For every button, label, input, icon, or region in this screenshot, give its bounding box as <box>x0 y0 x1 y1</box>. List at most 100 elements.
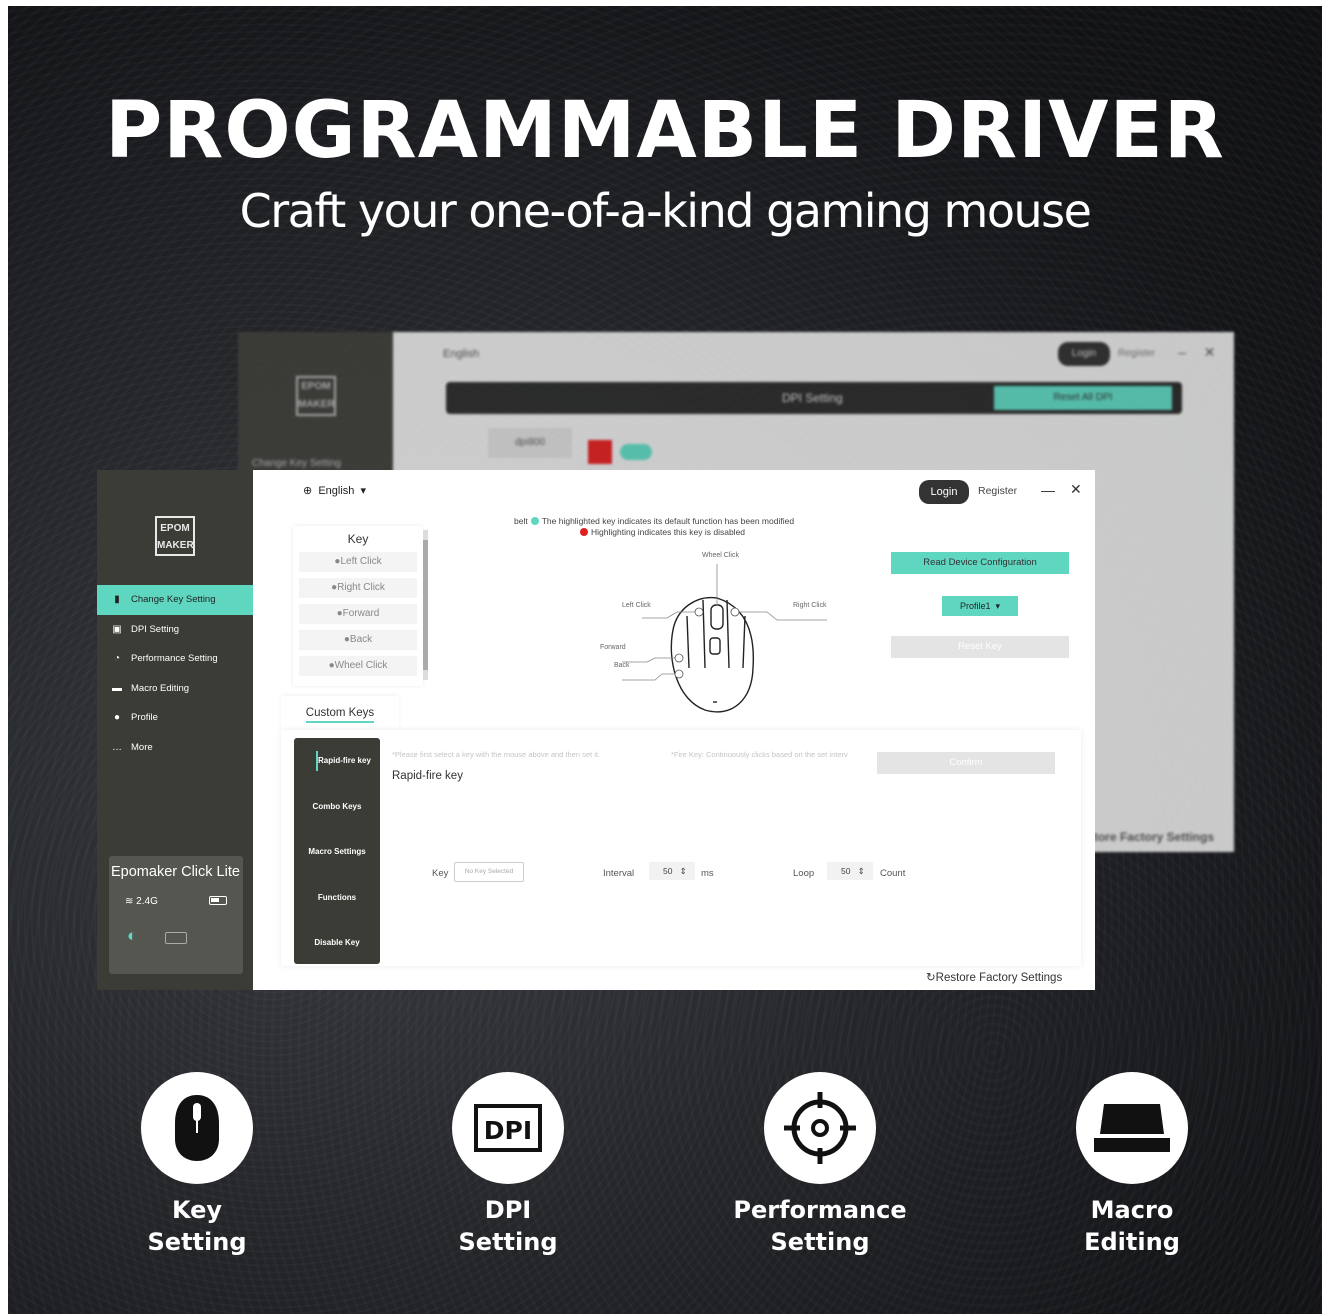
minimize-icon[interactable]: — <box>1041 482 1055 498</box>
key-list: Key ●Left Click ●Right Click ●Forward ●B… <box>293 526 423 686</box>
legend-disabled: Highlighting indicates this key is disab… <box>577 527 745 537</box>
dpi-icon: DPI <box>452 1072 564 1184</box>
feature-dpi-setting: DPI DPI Setting <box>408 1072 608 1258</box>
dpi-icon: ▣ <box>112 623 122 635</box>
login-button[interactable]: Login <box>919 480 969 504</box>
key-list-scroll-thumb[interactable] <box>423 540 428 670</box>
refresh-icon: ↻ <box>926 972 936 984</box>
device-name: Epomaker Click Lite <box>111 864 240 880</box>
loop-label: Loop <box>793 868 815 879</box>
key-item-left-click[interactable]: ●Left Click <box>299 552 417 572</box>
mouse-diagram: Wheel Click Left Click Right Click Forwa… <box>527 550 867 725</box>
feature-performance-setting: Performance Setting <box>720 1072 920 1258</box>
subnav-disable-key[interactable]: Disable Key <box>294 920 380 966</box>
interval-stepper[interactable]: 50 ⇕ <box>649 862 695 880</box>
background-bar-title: DPI Setting <box>782 391 843 405</box>
loop-stepper[interactable]: 50 ⇕ <box>827 862 873 880</box>
keyboard-icon <box>1076 1072 1188 1184</box>
close-icon[interactable]: ✕ <box>1070 481 1082 498</box>
device-card: Epomaker Click Lite ≋ 2.4G ◐ <box>109 856 243 974</box>
language-selector[interactable]: ⊕ English ▾ <box>303 484 366 497</box>
select-key-hint: *Please first select a key with the mous… <box>392 750 601 759</box>
mouse-label-right: Right Click <box>793 602 827 609</box>
loop-unit: Count <box>880 868 906 879</box>
gauge-icon: ◔ <box>113 653 121 665</box>
background-dpi-bar: DPI Setting Reset All DPI <box>446 382 1182 414</box>
background-sidebar-item: Change Key Setting <box>252 458 341 469</box>
mouse-label-wheel: Wheel Click <box>702 552 739 559</box>
globe-icon: ⊕ <box>303 485 313 497</box>
background-reset-dpi-button: Reset All DPI <box>994 386 1172 410</box>
background-register-link: Register <box>1118 348 1156 359</box>
background-color-swatch <box>588 440 612 464</box>
custom-keys-panel: Rapid-fire key Combo Keys Macro Settings… <box>281 730 1081 966</box>
key-list-title: Key <box>347 532 369 546</box>
epomaker-logo: EPOM MAKER <box>155 516 195 556</box>
background-dpi-label: dpi800 <box>488 428 572 458</box>
mouse-label-back: Back <box>614 662 630 669</box>
stepper-icon[interactable]: ⇕ <box>680 866 687 876</box>
key-field[interactable]: No Key Selected <box>454 862 524 882</box>
sidebar-nav: ▮ Change Key Setting ▣ DPI Setting ◔ Perfor… <box>97 585 253 762</box>
subnav-macro-settings[interactable]: Macro Settings <box>294 829 380 875</box>
mouse-outline-icon <box>622 564 827 713</box>
subnav-combo-keys[interactable]: Combo Keys <box>294 784 380 830</box>
mouse-label-forward: Forward <box>600 644 626 651</box>
more-icon: … <box>112 741 122 753</box>
top-bar: ⊕ English ▾ Login Register — ✕ <box>253 470 1095 510</box>
feature-macro-editing: Macro Editing <box>1032 1072 1232 1258</box>
crosshair-icon <box>764 1072 876 1184</box>
profile-select[interactable]: Profile1 ▾ <box>942 596 1018 616</box>
feature-key-setting: Key Setting <box>97 1072 297 1258</box>
key-item-wheel-click[interactable]: ●Wheel Click <box>299 656 417 676</box>
background-toggle <box>620 444 652 460</box>
sidebar-item-more[interactable]: … More <box>97 733 253 763</box>
key-item-forward[interactable]: ●Forward <box>299 604 417 624</box>
key-item-back[interactable]: ●Back <box>299 630 417 650</box>
reset-key-button[interactable]: Reset Key <box>891 636 1069 658</box>
sidebar-item-dpi-setting[interactable]: ▣ DPI Setting <box>97 615 253 645</box>
mouse-label-left: Left Click <box>622 602 651 609</box>
tab-custom-keys[interactable]: Custom Keys <box>281 696 399 730</box>
restore-factory-settings[interactable]: ↻Restore Factory Settings <box>926 970 1062 984</box>
confirm-button[interactable]: Confirm <box>877 752 1055 774</box>
svg-text:DPI: DPI <box>484 1116 532 1145</box>
chevron-down-icon: ▾ <box>360 485 367 497</box>
sidebar-item-profile[interactable]: ● Profile <box>97 703 253 733</box>
background-window-controls: –✕ <box>1178 344 1234 360</box>
headline: PROGRAMMABLE DRIVER <box>105 86 1225 176</box>
subnav-rapid-fire-key[interactable]: Rapid-fire key <box>294 738 380 784</box>
connection-status: ≋ 2.4G <box>125 896 158 907</box>
feature-label: Key Setting <box>147 1196 247 1256</box>
sidebar-item-performance-setting[interactable]: ◔ Performance Setting <box>97 644 253 674</box>
modified-dot <box>530 517 539 525</box>
fire-key-hint: *Fire Key: Continuously clicks based on … <box>671 750 848 759</box>
sidebar-item-change-key-setting[interactable]: ▮ Change Key Setting <box>97 585 253 615</box>
mouse-icon: ▮ <box>114 594 120 606</box>
rapid-fire-title: Rapid-fire key <box>392 770 463 782</box>
keyboard-icon: ▬ <box>112 682 122 694</box>
sidebar: EPOM MAKER ▮ Change Key Setting ▣ DPI Setti… <box>97 470 253 990</box>
feature-label: Macro Editing <box>1084 1196 1180 1256</box>
mouse-icon <box>141 1072 253 1184</box>
subnav-functions[interactable]: Functions <box>294 875 380 921</box>
background-logo: EPOM MAKER <box>296 376 336 416</box>
keyboard-device-icon[interactable] <box>165 932 187 944</box>
stepper-icon[interactable]: ⇕ <box>858 866 865 876</box>
read-device-configuration-button[interactable]: Read Device Configuration <box>891 552 1069 574</box>
background-restore: tore Factory Settings <box>1093 830 1214 844</box>
app-window: EPOM MAKER ▮ Change Key Setting ▣ DPI Setti… <box>97 470 1095 990</box>
feature-label: Performance Setting <box>733 1196 907 1256</box>
mouse-device-icon[interactable]: ◐ <box>127 926 137 946</box>
sidebar-item-macro-editing[interactable]: ▬ Macro Editing <box>97 674 253 704</box>
register-link[interactable]: Register <box>978 485 1017 497</box>
poster: PROGRAMMABLE DRIVER Craft your one-of-a-… <box>8 6 1322 1314</box>
battery-icon <box>209 896 227 905</box>
background-login-button: Login <box>1058 342 1110 366</box>
interval-unit: ms <box>701 868 714 879</box>
chevron-down-icon: ▾ <box>995 601 1001 611</box>
key-field-label: Key <box>432 868 449 879</box>
user-icon: ● <box>113 712 121 724</box>
disabled-dot <box>580 528 588 536</box>
key-item-right-click[interactable]: ●Right Click <box>299 578 417 598</box>
